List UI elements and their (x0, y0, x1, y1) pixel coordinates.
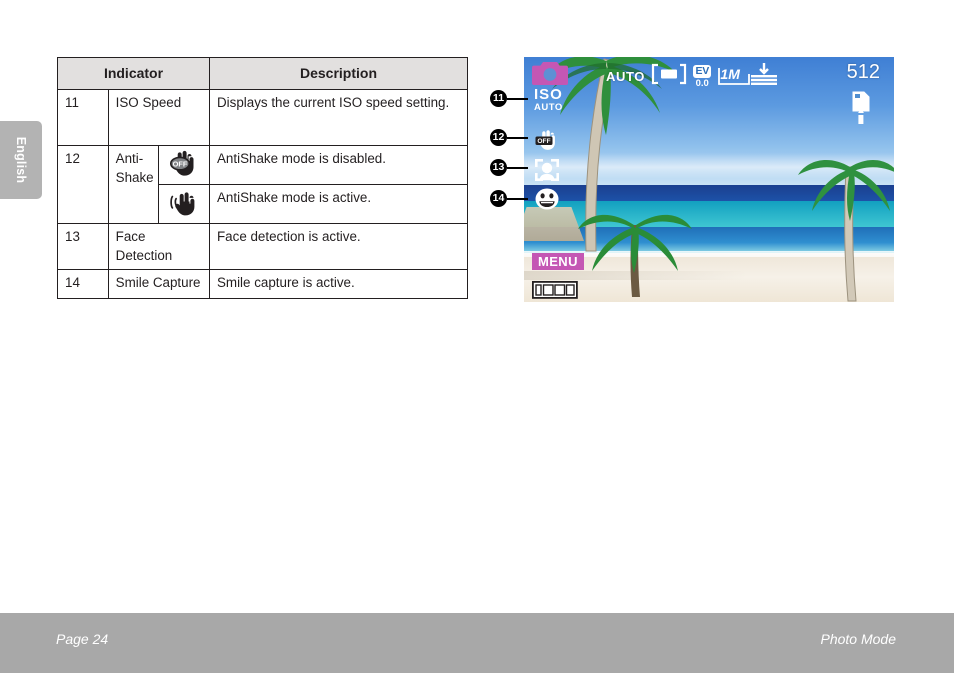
row-indicator-name: ISO Speed (107, 89, 211, 147)
menu-button[interactable]: MENU (532, 253, 584, 270)
table-row: 14 Smile Capture Smile capture is active… (57, 268, 468, 299)
row-description: AntiShake mode is active. (209, 184, 468, 225)
row-number: 12 (57, 145, 109, 225)
shots-remaining: 512 (846, 61, 880, 83)
camera-lcd-preview: ISO AUTO OFF AUTO EV 0.0 1M 512 MENU (524, 57, 894, 302)
osd-top-row: AUTO EV 0.0 1M (606, 63, 779, 90)
ev-value: 0.0 (695, 77, 709, 89)
row-indicator-name: Smile Capture (107, 268, 211, 299)
table-header-row: Indicator Description (57, 56, 468, 91)
row-indicator-name: Anti-Shake (107, 145, 160, 225)
table-row: 11 ISO Speed Displays the current ISO sp… (57, 89, 468, 147)
battery-icon (531, 280, 578, 302)
indicator-table: Indicator Description 11 ISO Speed Displ… (57, 56, 468, 299)
quality-icon (749, 63, 779, 90)
row-number: 14 (57, 268, 109, 299)
callout-group: 11 12 13 14 (488, 57, 558, 217)
page-footer: Page 24 Photo Mode (0, 613, 954, 673)
svg-text:OFF: OFF (173, 160, 188, 169)
callout-number: 14 (490, 190, 507, 207)
row-number: 11 (57, 89, 109, 147)
callout-number: 12 (490, 129, 507, 146)
footer-page-number: Page 24 (56, 631, 109, 647)
hand-off-icon: OFF (158, 145, 210, 186)
osd-overlay: ISO AUTO OFF AUTO EV 0.0 1M 512 MENU (524, 57, 894, 302)
column-header-indicator: Indicator (57, 56, 210, 91)
memory-card-icon (850, 91, 872, 130)
callout-number: 13 (490, 159, 507, 176)
callout-number: 11 (490, 90, 507, 107)
row-description: AntiShake mode is disabled. (209, 145, 468, 186)
ev-label: EV (693, 65, 712, 78)
exposure-compensation-indicator: EV 0.0 (693, 65, 712, 89)
footer-section-title: Photo Mode (820, 631, 897, 647)
callout-leader-line (507, 166, 528, 169)
table-row: 13 Face Detection Face detection is acti… (57, 223, 468, 270)
callout-leader-line (507, 197, 528, 200)
row-description: Smile capture is active. (209, 268, 468, 299)
callout-13: 13 (490, 159, 528, 176)
white-balance-label: AUTO (606, 69, 645, 84)
callout-11: 11 (490, 90, 528, 107)
resolution-label: 1M (720, 66, 740, 82)
language-tab: English (0, 121, 42, 199)
language-tab-label: English (14, 136, 28, 184)
callout-leader-line (507, 136, 528, 139)
row-description: Face detection is active. (209, 223, 468, 270)
callout-leader-line (507, 97, 528, 100)
column-header-description: Description (209, 56, 468, 91)
resolution-indicator: 1M (717, 66, 751, 87)
table-row: 12 Anti-Shake OFF AntiShake mode is disa… (57, 145, 468, 225)
callout-14: 14 (490, 190, 528, 207)
indicator-table-wrapper: Indicator Description 11 ISO Speed Displ… (57, 56, 468, 299)
metering-icon (651, 63, 687, 90)
callout-12: 12 (490, 129, 528, 146)
hand-shake-icon (158, 184, 210, 225)
row-number: 13 (57, 223, 109, 270)
row-description: Displays the current ISO speed setting. (209, 89, 468, 147)
row-indicator-name: Face Detection (107, 223, 211, 270)
